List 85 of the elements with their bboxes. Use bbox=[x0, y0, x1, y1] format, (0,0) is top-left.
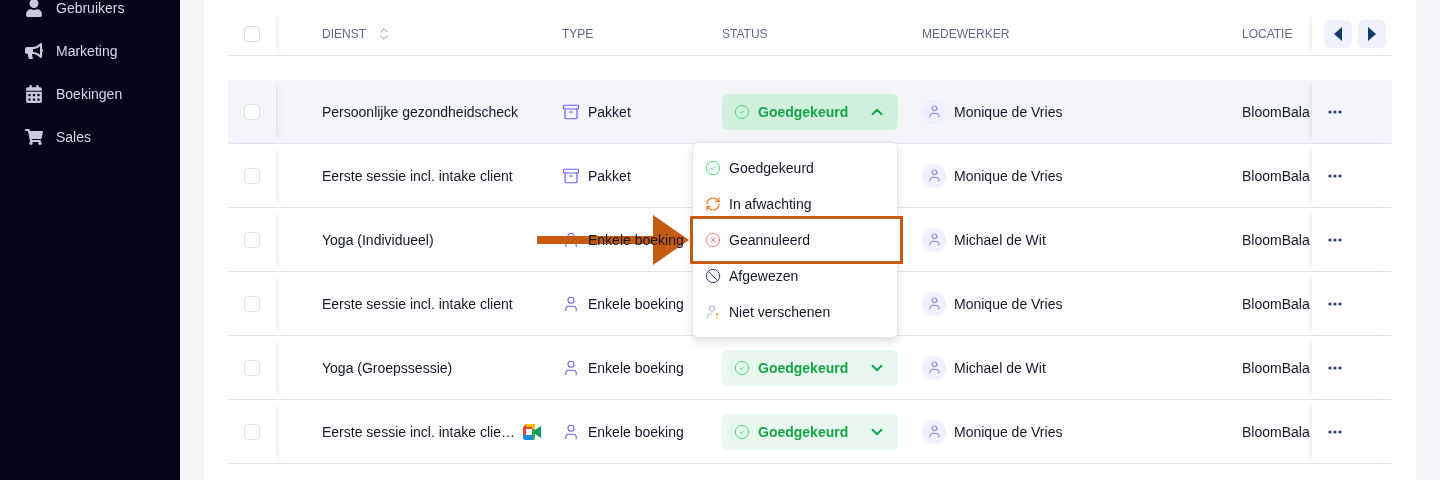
more-button[interactable] bbox=[1328, 173, 1342, 178]
check-circle-icon bbox=[734, 359, 750, 376]
row-checkbox[interactable] bbox=[244, 359, 260, 376]
service-name: Persoonlijke gezondheidscheck bbox=[322, 103, 519, 120]
row-checkbox[interactable] bbox=[244, 423, 260, 440]
sidebar-item[interactable]: Sales bbox=[0, 115, 180, 158]
location: BloomBala bbox=[1242, 423, 1311, 440]
more-icon bbox=[1328, 301, 1342, 306]
sidebar-item[interactable]: Marketing bbox=[0, 29, 180, 72]
avatar bbox=[922, 163, 946, 188]
employee-name: Monique de Vries bbox=[954, 167, 1063, 184]
more-button[interactable] bbox=[1328, 301, 1342, 306]
megaphone-icon bbox=[24, 40, 44, 61]
avatar bbox=[922, 291, 946, 316]
employee-name: Monique de Vries bbox=[954, 295, 1063, 312]
x-circle-icon bbox=[705, 232, 721, 248]
status-option[interactable]: Goedgekeurd bbox=[693, 157, 897, 179]
calendar-icon bbox=[24, 83, 44, 104]
cart-icon bbox=[24, 126, 44, 147]
person-icon bbox=[562, 230, 580, 249]
location: BloomBala bbox=[1242, 295, 1311, 312]
column-header: STATUS bbox=[722, 26, 769, 41]
service-name: Eerste sessie incl. intake clie… bbox=[322, 423, 515, 440]
sidebar-item[interactable]: Gebruikers bbox=[0, 0, 180, 29]
more-icon bbox=[1328, 173, 1342, 178]
more-button[interactable] bbox=[1328, 429, 1342, 434]
column-header[interactable]: DIENST bbox=[322, 25, 562, 42]
more-icon bbox=[1328, 429, 1342, 434]
person-icon bbox=[562, 422, 580, 441]
triangle-left-icon bbox=[1333, 26, 1343, 41]
scroll-right-button[interactable] bbox=[1358, 19, 1386, 48]
status-option[interactable]: Geannuleerd bbox=[690, 216, 903, 264]
booking-type: Enkele boeking bbox=[588, 295, 684, 312]
row-checkbox[interactable] bbox=[244, 295, 260, 312]
booking-type: Enkele boeking bbox=[588, 423, 684, 440]
check-circle-icon bbox=[734, 423, 750, 440]
booking-type: Pakket bbox=[588, 103, 631, 120]
triangle-right-icon bbox=[1367, 26, 1377, 41]
more-icon bbox=[1328, 237, 1342, 242]
booking-type: Enkele boeking bbox=[588, 359, 684, 376]
row-checkbox[interactable] bbox=[244, 231, 260, 248]
service-name: Eerste sessie incl. intake client bbox=[322, 167, 513, 184]
person-icon bbox=[562, 294, 580, 313]
booking-type: Enkele boeking bbox=[588, 231, 684, 248]
employee-name: Monique de Vries bbox=[954, 103, 1063, 120]
employee-name: Monique de Vries bbox=[954, 423, 1063, 440]
check-circle-icon bbox=[734, 103, 750, 120]
service-name: Yoga (Individueel) bbox=[322, 231, 434, 248]
person-alert-icon bbox=[705, 304, 721, 320]
status-option[interactable]: Afgewezen bbox=[693, 265, 897, 287]
service-name: Eerste sessie incl. intake client bbox=[322, 295, 513, 312]
archive-box-icon bbox=[562, 166, 580, 185]
status-option[interactable]: In afwachting bbox=[693, 193, 897, 215]
more-button[interactable] bbox=[1328, 109, 1342, 114]
scroll-left-button[interactable] bbox=[1324, 19, 1352, 48]
location: BloomBala bbox=[1242, 167, 1311, 184]
person-icon bbox=[24, 0, 44, 18]
sidebar-item[interactable]: Boekingen bbox=[0, 72, 180, 115]
check-circle-icon bbox=[705, 160, 721, 176]
location: BloomBala bbox=[1242, 359, 1311, 376]
column-header: LOCATIE bbox=[1242, 26, 1294, 41]
refresh-icon bbox=[705, 196, 721, 212]
more-button[interactable] bbox=[1328, 365, 1342, 370]
select-all-checkbox[interactable] bbox=[244, 25, 260, 42]
location: BloomBala bbox=[1242, 103, 1311, 120]
employee-name: Michael de Wit bbox=[954, 359, 1046, 376]
avatar bbox=[922, 355, 946, 380]
more-icon bbox=[1328, 365, 1342, 370]
employee-name: Michael de Wit bbox=[954, 231, 1046, 248]
person-icon bbox=[562, 358, 580, 377]
location: BloomBala bbox=[1242, 231, 1311, 248]
service-name: Yoga (Groepssessie) bbox=[322, 359, 453, 376]
booking-type: Pakket bbox=[588, 167, 631, 184]
column-header: MEDEWERKER bbox=[922, 26, 1011, 41]
ban-icon bbox=[705, 268, 721, 284]
more-button[interactable] bbox=[1328, 237, 1342, 242]
row-checkbox[interactable] bbox=[244, 167, 260, 184]
status-option[interactable]: Niet verschenen bbox=[693, 301, 897, 323]
more-icon bbox=[1328, 109, 1342, 114]
archive-box-icon bbox=[562, 102, 580, 121]
avatar bbox=[922, 99, 946, 124]
avatar bbox=[922, 227, 946, 252]
avatar bbox=[922, 419, 946, 444]
column-header: TYPE bbox=[562, 26, 595, 41]
row-checkbox[interactable] bbox=[244, 103, 260, 120]
